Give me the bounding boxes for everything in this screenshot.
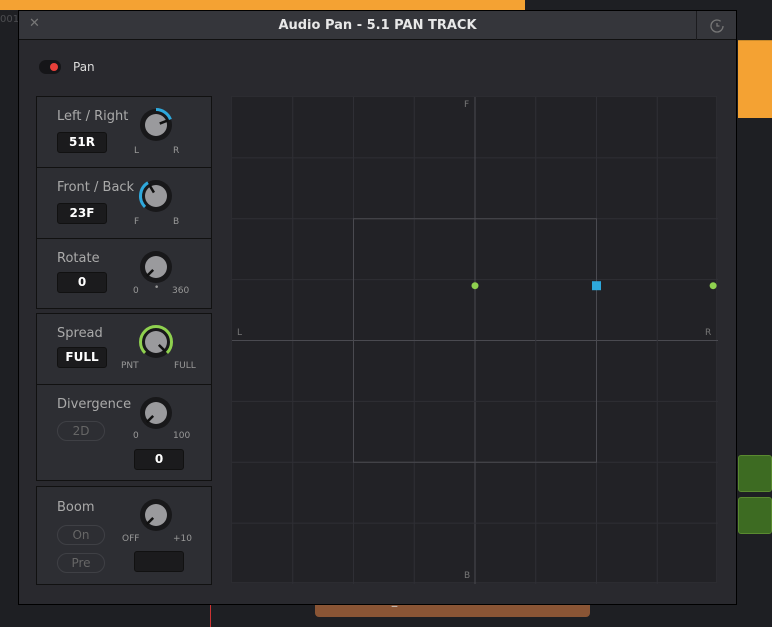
divergence-value[interactable]: 0 [134, 449, 184, 470]
knob-center-dot: • [154, 283, 160, 293]
timeline-clip-green [738, 455, 772, 492]
title-bar: ✕ Audio Pan - 5.1 PAN TRACK [19, 11, 736, 40]
divergence-section: Divergence 2D 0 100 0 [37, 385, 211, 480]
speaker-marker [471, 282, 479, 290]
timeline-clip-orange [0, 0, 525, 10]
knob-min-label: L [134, 146, 140, 156]
back-label: B [464, 571, 471, 581]
knob-min-label: OFF [122, 534, 140, 544]
spread-value[interactable]: FULL [57, 347, 107, 368]
pan-label: Pan [73, 60, 95, 74]
knob-min-label: F [134, 217, 140, 227]
reset-button[interactable] [696, 11, 736, 40]
pan-toggle[interactable]: Pan [39, 60, 95, 74]
divergence-label: Divergence [57, 397, 132, 412]
audio-pan-dialog: ✕ Audio Pan - 5.1 PAN TRACK Pan Left / R… [18, 10, 737, 605]
knob-min-label: 0 [133, 431, 139, 441]
pan-toggle-switch[interactable] [39, 60, 61, 74]
knob-max-label: B [173, 217, 180, 227]
front-back-label: Front / Back [57, 180, 135, 195]
boom-label: Boom [57, 500, 95, 515]
left-right-label: Left / Right [57, 109, 129, 124]
divergence-knob[interactable] [138, 395, 174, 431]
knob-min-label: PNT [121, 361, 139, 371]
speaker-marker [709, 282, 717, 290]
knob-cap [145, 185, 167, 207]
knob-min-label: 0 [133, 286, 139, 296]
knob-max-label: R [173, 146, 180, 156]
rotate-section: Rotate 0 0 • 360 [37, 239, 211, 308]
spread-group: Spread FULL PNT FULL Divergence 2D 0 100… [36, 313, 212, 481]
knob-max-label: 360 [172, 286, 190, 296]
spread-section: Spread FULL PNT FULL [37, 314, 211, 385]
rotate-knob[interactable] [138, 249, 174, 285]
boom-value[interactable] [134, 551, 184, 572]
front-back-value[interactable]: 23F [57, 203, 107, 224]
timeline-clip-green [738, 497, 772, 534]
pan-grid-lines [232, 97, 718, 584]
spread-label: Spread [57, 326, 103, 341]
dialog-title: Audio Pan - 5.1 PAN TRACK [278, 17, 477, 33]
rotate-label: Rotate [57, 251, 100, 266]
pan-grid[interactable]: F B L R [231, 96, 718, 584]
timeline-clip-orange-right [738, 40, 772, 118]
front-label: F [464, 100, 470, 110]
boom-section: Boom On Pre OFF +10 [37, 487, 211, 584]
boom-knob[interactable] [138, 497, 174, 533]
timeline-label: 001 [0, 14, 20, 25]
knob-max-label: 100 [173, 431, 191, 441]
pan-source-marker[interactable] [592, 281, 601, 291]
left-right-knob[interactable] [138, 107, 174, 143]
boom-on-button[interactable]: On [57, 525, 105, 545]
knob-cap [145, 114, 167, 136]
close-icon[interactable]: ✕ [29, 16, 40, 31]
boom-pre-button[interactable]: Pre [57, 553, 105, 573]
right-label: R [705, 328, 712, 338]
left-right-value[interactable]: 51R [57, 132, 107, 153]
knob-max-label: FULL [174, 361, 196, 371]
front-back-section: Front / Back 23F F B [37, 168, 211, 239]
divergence-2d-button[interactable]: 2D [57, 421, 105, 441]
knob-max-label: +10 [173, 534, 192, 544]
position-group: Left / Right 51R L R Front / Back 23F F … [36, 96, 212, 309]
boom-group: Boom On Pre OFF +10 [36, 486, 212, 585]
spread-knob[interactable] [138, 324, 174, 360]
left-right-section: Left / Right 51R L R [37, 97, 211, 168]
left-label: L [237, 328, 243, 338]
history-reset-icon [709, 18, 724, 33]
front-back-knob[interactable] [138, 178, 174, 214]
rotate-value[interactable]: 0 [57, 272, 107, 293]
